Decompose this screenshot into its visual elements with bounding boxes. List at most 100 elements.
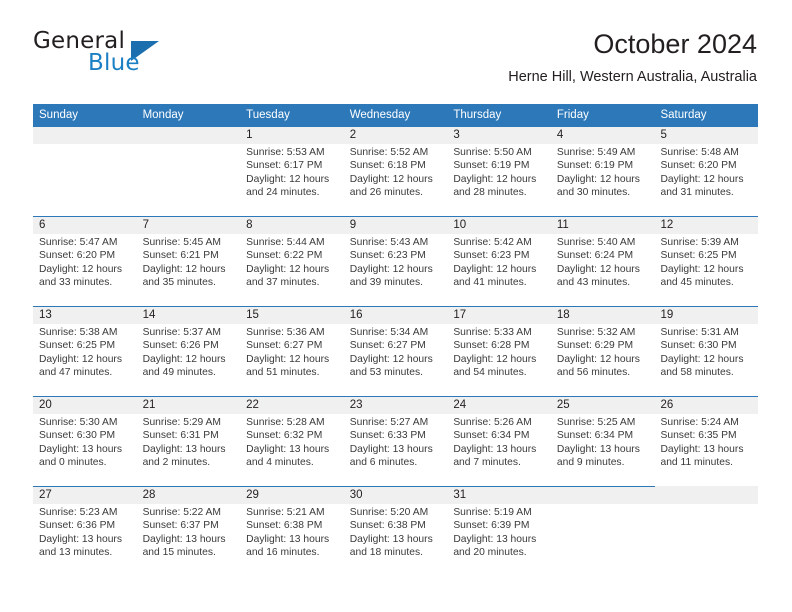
sunset-time: Sunset: 6:25 PM (39, 340, 116, 352)
sunset-time: Sunset: 6:29 PM (556, 340, 634, 352)
daylight-duration-line2: and 33 minutes. (39, 277, 113, 289)
sunrise-time: Sunrise: 5:24 AM (660, 417, 739, 428)
day-cell[interactable]: 12 Sunrise: 5:39 AM Sunset: 6:25 PM Dayligh… (654, 216, 758, 306)
day-cell[interactable]: 26 Sunrise: 5:24 AM Sunset: 6:35 PM Dayligh… (654, 396, 758, 486)
daylight-duration-line1: Daylight: 13 hours (39, 443, 122, 455)
day-cell[interactable]: 5 Sunrise: 5:48 AM Sunset: 6:20 PM Daylight… (654, 126, 758, 216)
daylight-duration-line1: Daylight: 12 hours (349, 353, 433, 365)
day-details: Sunrise: 5:24 AM Sunset: 6:35 PM Daylight:… (660, 416, 754, 470)
day-cell[interactable]: 2 Sunrise: 5:52 AM Sunset: 6:18 PM Daylight… (344, 126, 448, 216)
day-cell[interactable]: 4 Sunrise: 5:49 AM Sunset: 6:19 PM Daylight… (551, 126, 655, 216)
sunset-time: Sunset: 6:38 PM (349, 520, 426, 532)
day-cell[interactable]: 1 Sunrise: 5:53 AM Sunset: 6:17 PM Daylight… (240, 126, 344, 216)
title-block: October 2024 Herne Hill, Western Austral… (508, 28, 757, 86)
day-cell[interactable]: 13 Sunrise: 5:38 AM Sunset: 6:25 PM Dayligh… (33, 306, 137, 396)
sunrise-time: Sunrise: 5:47 AM (39, 237, 118, 248)
day-cell[interactable]: 7 Sunrise: 5:45 AM Sunset: 6:21 PM Daylight… (137, 216, 241, 306)
daylight-duration-line1: Daylight: 12 hours (246, 263, 330, 275)
day-cell[interactable]: 11 Sunrise: 5:40 AM Sunset: 6:24 PM Dayligh… (551, 216, 655, 306)
day-number: 2 (349, 129, 357, 141)
sunrise-time: Sunrise: 5:32 AM (556, 327, 636, 338)
day-cell[interactable]: 8 Sunrise: 5:44 AM Sunset: 6:22 PM Daylight… (240, 216, 344, 306)
day-details: Sunrise: 5:28 AM Sunset: 6:32 PM Daylight:… (246, 416, 340, 470)
sunrise-time: Sunrise: 5:52 AM (349, 147, 429, 158)
week-cells: 27 Sunrise: 5:23 AM Sunset: 6:36 PM Dayligh… (33, 486, 758, 576)
daylight-duration-line1: Daylight: 13 hours (246, 533, 330, 545)
day-cell[interactable]: 16 Sunrise: 5:34 AM Sunset: 6:27 PM Dayligh… (344, 306, 448, 396)
day-cell[interactable]: 22 Sunrise: 5:28 AM Sunset: 6:32 PM Dayligh… (240, 396, 344, 486)
day-cell[interactable]: 19 Sunrise: 5:31 AM Sunset: 6:30 PM Dayligh… (654, 306, 758, 396)
daylight-duration-line1: Daylight: 12 hours (142, 353, 226, 365)
day-number: 12 (660, 219, 674, 231)
day-number: 1 (246, 129, 253, 141)
day-cell[interactable]: 17 Sunrise: 5:33 AM Sunset: 6:28 PM Dayligh… (447, 306, 551, 396)
day-cell-empty (137, 126, 241, 216)
sunrise-time: Sunrise: 5:19 AM (453, 507, 532, 518)
brand-logo[interactable]: General Blue (33, 28, 273, 88)
sunset-time: Sunset: 6:30 PM (660, 340, 737, 352)
sunrise-time: Sunrise: 5:26 AM (453, 417, 532, 428)
day-cell[interactable]: 6 Sunrise: 5:47 AM Sunset: 6:20 PM Daylight… (33, 216, 137, 306)
day-number: 9 (349, 219, 357, 231)
daylight-duration-line2: and 18 minutes. (349, 547, 424, 559)
day-cell[interactable]: 14 Sunrise: 5:37 AM Sunset: 6:26 PM Dayligh… (137, 306, 241, 396)
weekday-header-tuesday: Tuesday (246, 109, 290, 121)
day-cell[interactable]: 28 Sunrise: 5:22 AM Sunset: 6:37 PM Dayligh… (137, 486, 241, 576)
day-cell[interactable]: 20 Sunrise: 5:30 AM Sunset: 6:30 PM Dayligh… (33, 396, 137, 486)
sunset-time: Sunset: 6:22 PM (246, 250, 323, 262)
day-details: Sunrise: 5:50 AM Sunset: 6:19 PM Daylight:… (453, 146, 547, 200)
day-cell[interactable]: 3 Sunrise: 5:50 AM Sunset: 6:19 PM Daylight… (447, 126, 551, 216)
calendar-page: General Blue October 2024 Herne Hill, We… (0, 0, 792, 612)
day-number: 18 (556, 309, 570, 321)
day-details: Sunrise: 5:40 AM Sunset: 6:24 PM Daylight:… (557, 236, 651, 290)
daylight-duration-line2: and 37 minutes. (246, 277, 320, 289)
sunset-time: Sunset: 6:35 PM (660, 430, 737, 442)
daylight-duration-line2: and 16 minutes. (246, 547, 320, 559)
weekday-header-monday: Monday (142, 109, 184, 121)
day-cell[interactable]: 21 Sunrise: 5:29 AM Sunset: 6:31 PM Dayligh… (137, 396, 241, 486)
sunset-time: Sunset: 6:27 PM (246, 340, 323, 352)
sunset-time: Sunset: 6:39 PM (453, 520, 530, 532)
daylight-duration-line1: Daylight: 13 hours (349, 443, 433, 455)
day-cell-empty (551, 486, 655, 576)
day-cell[interactable]: 18 Sunrise: 5:32 AM Sunset: 6:29 PM Dayligh… (551, 306, 655, 396)
sunrise-time: Sunrise: 5:50 AM (453, 147, 532, 158)
daylight-duration-line2: and 51 minutes. (246, 367, 320, 379)
sunset-time: Sunset: 6:20 PM (660, 160, 737, 172)
day-number: 10 (453, 219, 467, 231)
sunset-time: Sunset: 6:27 PM (349, 340, 426, 352)
day-cell[interactable]: 25 Sunrise: 5:25 AM Sunset: 6:34 PM Dayligh… (551, 396, 655, 486)
day-details: Sunrise: 5:29 AM Sunset: 6:31 PM Daylight:… (143, 416, 237, 470)
day-cell[interactable]: 23 Sunrise: 5:27 AM Sunset: 6:33 PM Dayligh… (344, 396, 448, 486)
brand-name-blue: Blue (88, 50, 140, 76)
day-cell[interactable]: 9 Sunrise: 5:43 AM Sunset: 6:23 PM Daylight… (344, 216, 448, 306)
day-cell[interactable]: 24 Sunrise: 5:26 AM Sunset: 6:34 PM Dayligh… (447, 396, 551, 486)
daylight-duration-line2: and 30 minutes. (556, 187, 631, 199)
calendar-week-row: 6 Sunrise: 5:47 AM Sunset: 6:20 PM Daylight… (33, 216, 758, 306)
sunrise-time: Sunrise: 5:38 AM (39, 327, 118, 338)
day-cell[interactable]: 30 Sunrise: 5:20 AM Sunset: 6:38 PM Dayligh… (344, 486, 448, 576)
day-cell[interactable]: 27 Sunrise: 5:23 AM Sunset: 6:36 PM Dayligh… (33, 486, 137, 576)
day-cell[interactable]: 29 Sunrise: 5:21 AM Sunset: 6:38 PM Dayligh… (240, 486, 344, 576)
daylight-duration-line2: and 9 minutes. (556, 457, 625, 469)
day-details: Sunrise: 5:45 AM Sunset: 6:21 PM Daylight:… (143, 236, 237, 290)
day-details: Sunrise: 5:49 AM Sunset: 6:19 PM Daylight:… (557, 146, 651, 200)
daylight-duration-line2: and 58 minutes. (660, 367, 734, 379)
daylight-duration-line1: Daylight: 12 hours (39, 263, 122, 275)
day-number: 7 (142, 219, 149, 231)
sunset-time: Sunset: 6:25 PM (660, 250, 737, 262)
day-details: Sunrise: 5:48 AM Sunset: 6:20 PM Daylight:… (660, 146, 754, 200)
location-subtitle: Herne Hill, Western Australia, Australia (508, 69, 757, 85)
day-cell[interactable]: 15 Sunrise: 5:36 AM Sunset: 6:27 PM Dayligh… (240, 306, 344, 396)
day-number: 13 (39, 309, 52, 321)
day-details: Sunrise: 5:19 AM Sunset: 6:39 PM Daylight:… (453, 506, 547, 560)
daylight-duration-line2: and 41 minutes. (453, 277, 527, 289)
day-number: 23 (349, 399, 363, 411)
day-cell[interactable]: 31 Sunrise: 5:19 AM Sunset: 6:39 PM Dayligh… (447, 486, 551, 576)
daylight-duration-line2: and 26 minutes. (349, 187, 424, 199)
sunset-time: Sunset: 6:36 PM (39, 520, 116, 532)
daylight-duration-line1: Daylight: 13 hours (453, 443, 537, 455)
daylight-duration-line1: Daylight: 13 hours (142, 533, 226, 545)
sunrise-time: Sunrise: 5:43 AM (349, 237, 429, 248)
day-cell[interactable]: 10 Sunrise: 5:42 AM Sunset: 6:23 PM Dayligh… (447, 216, 551, 306)
